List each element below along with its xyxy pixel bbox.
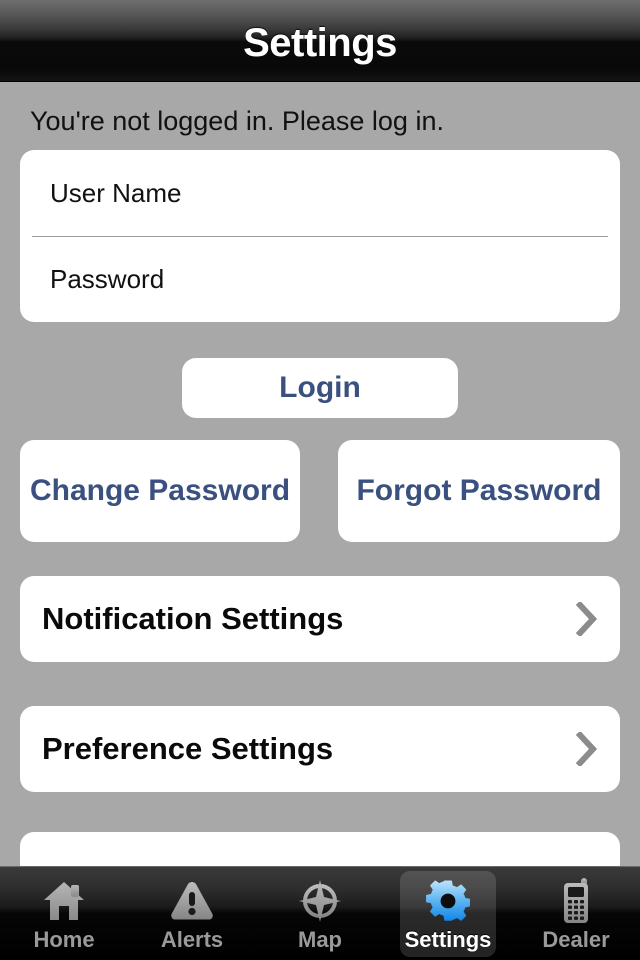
chevron-right-icon bbox=[576, 732, 598, 766]
warning-icon bbox=[168, 877, 216, 925]
home-icon bbox=[40, 877, 88, 925]
preference-settings-label: Preference Settings bbox=[42, 731, 334, 766]
additional-settings-row[interactable] bbox=[20, 832, 620, 866]
phone-icon bbox=[552, 877, 600, 925]
notification-settings-row[interactable]: Notification Settings bbox=[20, 576, 620, 662]
login-fields-card: User Name Password bbox=[20, 150, 620, 322]
compass-icon bbox=[296, 877, 344, 925]
tab-home[interactable]: Home bbox=[0, 867, 128, 960]
tab-alerts[interactable]: Alerts bbox=[128, 867, 256, 960]
login-button[interactable]: Login bbox=[182, 358, 458, 418]
password-field[interactable]: Password bbox=[20, 236, 620, 322]
login-status-message: You're not logged in. Please log in. bbox=[30, 106, 444, 136]
settings-screen: Settings You're not logged in. Please lo… bbox=[0, 0, 640, 960]
password-placeholder: Password bbox=[50, 264, 165, 294]
settings-content: You're not logged in. Please log in. Use… bbox=[0, 82, 640, 866]
navigation-bar: Settings bbox=[0, 0, 640, 82]
tab-settings-label: Settings bbox=[404, 926, 492, 952]
chevron-right-icon bbox=[576, 602, 598, 636]
username-placeholder: User Name bbox=[50, 178, 182, 208]
tab-home-label: Home bbox=[33, 926, 95, 952]
gear-icon bbox=[424, 877, 472, 925]
username-field[interactable]: User Name bbox=[20, 150, 620, 236]
forgot-password-button[interactable]: Forgot Password bbox=[338, 440, 620, 542]
change-password-button[interactable]: Change Password bbox=[20, 440, 300, 542]
tab-map[interactable]: Map bbox=[256, 867, 384, 960]
tab-dealer-label: Dealer bbox=[542, 926, 610, 952]
preference-settings-row[interactable]: Preference Settings bbox=[20, 706, 620, 792]
tab-settings[interactable]: Settings bbox=[384, 867, 512, 960]
tab-map-label: Map bbox=[298, 926, 342, 952]
tab-alerts-label: Alerts bbox=[160, 926, 224, 952]
page-title: Settings bbox=[243, 21, 397, 65]
notification-settings-label: Notification Settings bbox=[42, 601, 344, 636]
tab-dealer[interactable]: Dealer bbox=[512, 867, 640, 960]
tab-bar: Home Alerts Map Settings Dealer bbox=[0, 866, 640, 960]
